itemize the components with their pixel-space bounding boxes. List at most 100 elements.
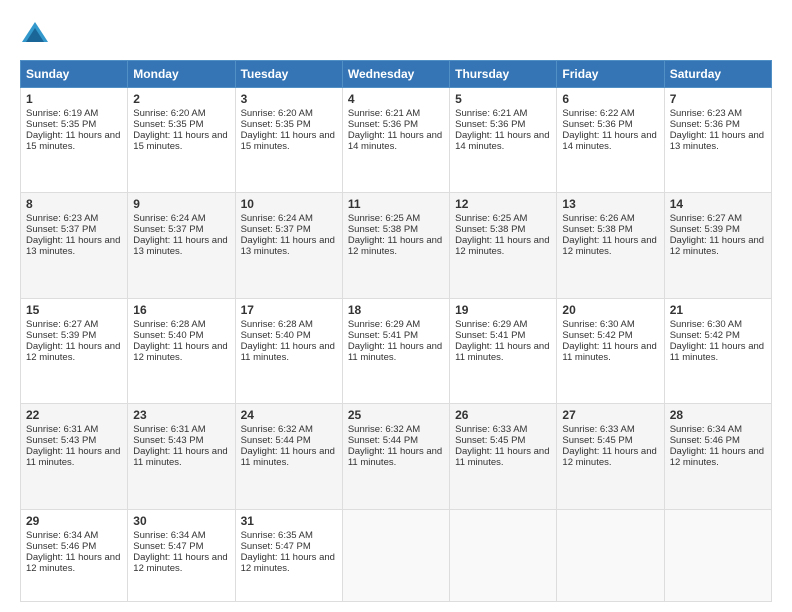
sunrise-text: Sunrise: 6:26 AM xyxy=(562,213,634,224)
calendar-cell: 25Sunrise: 6:32 AMSunset: 5:44 PMDayligh… xyxy=(342,404,449,509)
sunrise-text: Sunrise: 6:25 AM xyxy=(348,213,420,224)
daylight-text: Daylight: 11 hours and 11 minutes. xyxy=(455,341,549,363)
sunset-text: Sunset: 5:44 PM xyxy=(241,435,311,446)
calendar-cell: 10Sunrise: 6:24 AMSunset: 5:37 PMDayligh… xyxy=(235,193,342,298)
calendar-cell: 24Sunrise: 6:32 AMSunset: 5:44 PMDayligh… xyxy=(235,404,342,509)
daylight-text: Daylight: 11 hours and 13 minutes. xyxy=(241,235,335,257)
day-number: 31 xyxy=(241,514,337,528)
daylight-text: Daylight: 11 hours and 14 minutes. xyxy=(455,130,549,152)
sunrise-text: Sunrise: 6:29 AM xyxy=(348,319,420,330)
day-number: 2 xyxy=(133,92,229,106)
sunset-text: Sunset: 5:39 PM xyxy=(670,224,740,235)
calendar-cell: 20Sunrise: 6:30 AMSunset: 5:42 PMDayligh… xyxy=(557,298,664,403)
daylight-text: Daylight: 11 hours and 15 minutes. xyxy=(26,130,120,152)
sunrise-text: Sunrise: 6:29 AM xyxy=(455,319,527,330)
sunset-text: Sunset: 5:44 PM xyxy=(348,435,418,446)
calendar-cell: 31Sunrise: 6:35 AMSunset: 5:47 PMDayligh… xyxy=(235,509,342,601)
sunrise-text: Sunrise: 6:33 AM xyxy=(562,424,634,435)
calendar-cell: 2Sunrise: 6:20 AMSunset: 5:35 PMDaylight… xyxy=(128,88,235,193)
daylight-text: Daylight: 11 hours and 15 minutes. xyxy=(241,130,335,152)
sunset-text: Sunset: 5:47 PM xyxy=(241,541,311,552)
sunset-text: Sunset: 5:35 PM xyxy=(26,119,96,130)
sunrise-text: Sunrise: 6:34 AM xyxy=(670,424,742,435)
day-number: 24 xyxy=(241,408,337,422)
calendar-cell: 5Sunrise: 6:21 AMSunset: 5:36 PMDaylight… xyxy=(450,88,557,193)
day-number: 12 xyxy=(455,197,551,211)
calendar-cell: 27 Sunrise: 6:33 AMSunset: 5:45 PMDayligh… xyxy=(557,404,664,509)
daylight-text: Daylight: 11 hours and 11 minutes. xyxy=(455,446,549,468)
sunset-text: Sunset: 5:36 PM xyxy=(348,119,418,130)
sunset-text: Sunset: 5:35 PM xyxy=(133,119,203,130)
day-header-friday: Friday xyxy=(557,61,664,88)
calendar-cell: 8Sunrise: 6:23 AMSunset: 5:37 PMDaylight… xyxy=(21,193,128,298)
day-number: 7 xyxy=(670,92,766,106)
sunset-text: Sunset: 5:40 PM xyxy=(133,330,203,341)
sunrise-text: Sunrise: 6:30 AM xyxy=(562,319,634,330)
daylight-text: Daylight: 11 hours and 11 minutes. xyxy=(241,341,335,363)
day-header-monday: Monday xyxy=(128,61,235,88)
sunrise-text: Sunrise: 6:22 AM xyxy=(562,108,634,119)
sunset-text: Sunset: 5:38 PM xyxy=(562,224,632,235)
daylight-text: Daylight: 11 hours and 12 minutes. xyxy=(26,341,120,363)
sunset-text: Sunset: 5:36 PM xyxy=(562,119,632,130)
calendar-cell: 12Sunrise: 6:25 AMSunset: 5:38 PMDayligh… xyxy=(450,193,557,298)
calendar-week-5: 29Sunrise: 6:34 AMSunset: 5:46 PMDayligh… xyxy=(21,509,772,601)
day-number: 30 xyxy=(133,514,229,528)
calendar-cell: 7Sunrise: 6:23 AMSunset: 5:36 PMDaylight… xyxy=(664,88,771,193)
sunset-text: Sunset: 5:37 PM xyxy=(133,224,203,235)
sunrise-text: Sunrise: 6:31 AM xyxy=(26,424,98,435)
day-number: 1 xyxy=(26,92,122,106)
day-header-tuesday: Tuesday xyxy=(235,61,342,88)
day-number: 15 xyxy=(26,303,122,317)
calendar-cell: 6Sunrise: 6:22 AMSunset: 5:36 PMDaylight… xyxy=(557,88,664,193)
day-number: 5 xyxy=(455,92,551,106)
sunrise-text: Sunrise: 6:31 AM xyxy=(133,424,205,435)
day-header-saturday: Saturday xyxy=(664,61,771,88)
calendar-cell: 11Sunrise: 6:25 AMSunset: 5:38 PMDayligh… xyxy=(342,193,449,298)
sunset-text: Sunset: 5:45 PM xyxy=(455,435,525,446)
day-number: 29 xyxy=(26,514,122,528)
sunrise-text: Sunrise: 6:28 AM xyxy=(241,319,313,330)
daylight-text: Daylight: 11 hours and 12 minutes. xyxy=(241,552,335,574)
sunset-text: Sunset: 5:45 PM xyxy=(562,435,632,446)
day-number: 19 xyxy=(455,303,551,317)
day-header-sunday: Sunday xyxy=(21,61,128,88)
day-number: 27 xyxy=(562,408,658,422)
calendar-cell: 21Sunrise: 6:30 AMSunset: 5:42 PMDayligh… xyxy=(664,298,771,403)
calendar-cell: 14Sunrise: 6:27 AMSunset: 5:39 PMDayligh… xyxy=(664,193,771,298)
day-number: 23 xyxy=(133,408,229,422)
day-number: 20 xyxy=(562,303,658,317)
calendar-header-row: SundayMondayTuesdayWednesdayThursdayFrid… xyxy=(21,61,772,88)
daylight-text: Daylight: 11 hours and 12 minutes. xyxy=(562,446,656,468)
sunset-text: Sunset: 5:41 PM xyxy=(348,330,418,341)
daylight-text: Daylight: 11 hours and 12 minutes. xyxy=(455,235,549,257)
daylight-text: Daylight: 11 hours and 12 minutes. xyxy=(26,552,120,574)
day-number: 9 xyxy=(133,197,229,211)
sunrise-text: Sunrise: 6:27 AM xyxy=(670,213,742,224)
sunrise-text: Sunrise: 6:33 AM xyxy=(455,424,527,435)
sunrise-text: Sunrise: 6:21 AM xyxy=(455,108,527,119)
sunrise-text: Sunrise: 6:25 AM xyxy=(455,213,527,224)
day-number: 16 xyxy=(133,303,229,317)
daylight-text: Daylight: 11 hours and 12 minutes. xyxy=(133,341,227,363)
sunrise-text: Sunrise: 6:20 AM xyxy=(133,108,205,119)
sunset-text: Sunset: 5:47 PM xyxy=(133,541,203,552)
calendar-week-2: 8Sunrise: 6:23 AMSunset: 5:37 PMDaylight… xyxy=(21,193,772,298)
daylight-text: Daylight: 11 hours and 12 minutes. xyxy=(348,235,442,257)
day-number: 26 xyxy=(455,408,551,422)
sunrise-text: Sunrise: 6:23 AM xyxy=(670,108,742,119)
page: SundayMondayTuesdayWednesdayThursdayFrid… xyxy=(0,0,792,612)
calendar-cell xyxy=(557,509,664,601)
sunset-text: Sunset: 5:41 PM xyxy=(455,330,525,341)
sunset-text: Sunset: 5:42 PM xyxy=(670,330,740,341)
calendar-cell: 19 Sunrise: 6:29 AMSunset: 5:41 PMDayligh… xyxy=(450,298,557,403)
sunrise-text: Sunrise: 6:24 AM xyxy=(241,213,313,224)
sunrise-text: Sunrise: 6:34 AM xyxy=(133,530,205,541)
day-number: 22 xyxy=(26,408,122,422)
sunrise-text: Sunrise: 6:27 AM xyxy=(26,319,98,330)
sunset-text: Sunset: 5:40 PM xyxy=(241,330,311,341)
day-number: 6 xyxy=(562,92,658,106)
calendar-week-3: 15Sunrise: 6:27 AMSunset: 5:39 PMDayligh… xyxy=(21,298,772,403)
calendar-cell: 1Sunrise: 6:19 AMSunset: 5:35 PMDaylight… xyxy=(21,88,128,193)
sunset-text: Sunset: 5:46 PM xyxy=(26,541,96,552)
